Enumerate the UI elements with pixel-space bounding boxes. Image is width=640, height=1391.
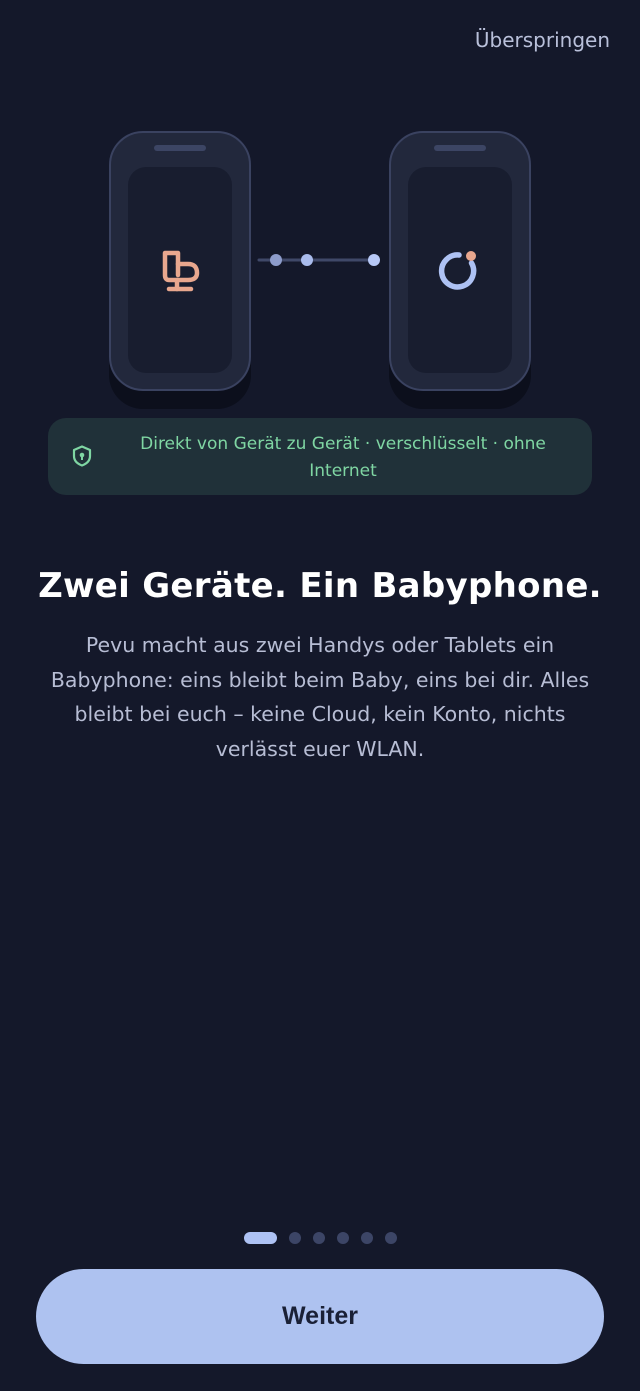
baby-crib-icon bbox=[162, 250, 200, 292]
onboarding-screen: Überspringen Direkt von Gerät zu Gerät ·… bbox=[0, 0, 640, 1391]
parent-device bbox=[389, 131, 531, 391]
privacy-badge: Direkt von Gerät zu Gerät · verschlüssel… bbox=[48, 418, 592, 495]
page-dot-3[interactable] bbox=[312, 1232, 325, 1244]
parent-device-screen bbox=[408, 167, 512, 373]
page-dot-1[interactable] bbox=[243, 1232, 277, 1244]
page-description: Pevu macht aus zwei Handys oder Tablets … bbox=[50, 633, 590, 761]
connection-dots-icon bbox=[257, 254, 380, 266]
page-indicator bbox=[0, 1232, 640, 1244]
page-title: Zwei Geräte. Ein Babyphone. bbox=[38, 566, 602, 606]
baby-device-screen bbox=[128, 167, 232, 373]
phone-notch bbox=[434, 145, 486, 151]
baby-device bbox=[109, 131, 251, 391]
parent-monitor-icon bbox=[438, 251, 477, 290]
page-dot-2[interactable] bbox=[288, 1232, 301, 1244]
phone-notch bbox=[154, 145, 206, 151]
page-dot-4[interactable] bbox=[336, 1232, 349, 1244]
continue-button[interactable]: Weiter bbox=[36, 1269, 604, 1364]
privacy-badge-text: Direkt von Gerät zu Gerät · verschlüssel… bbox=[140, 434, 546, 481]
devices-illustration bbox=[0, 0, 640, 420]
page-dot-5[interactable] bbox=[360, 1232, 373, 1244]
shield-lock-icon bbox=[72, 445, 92, 467]
page-dot-6[interactable] bbox=[384, 1232, 397, 1244]
